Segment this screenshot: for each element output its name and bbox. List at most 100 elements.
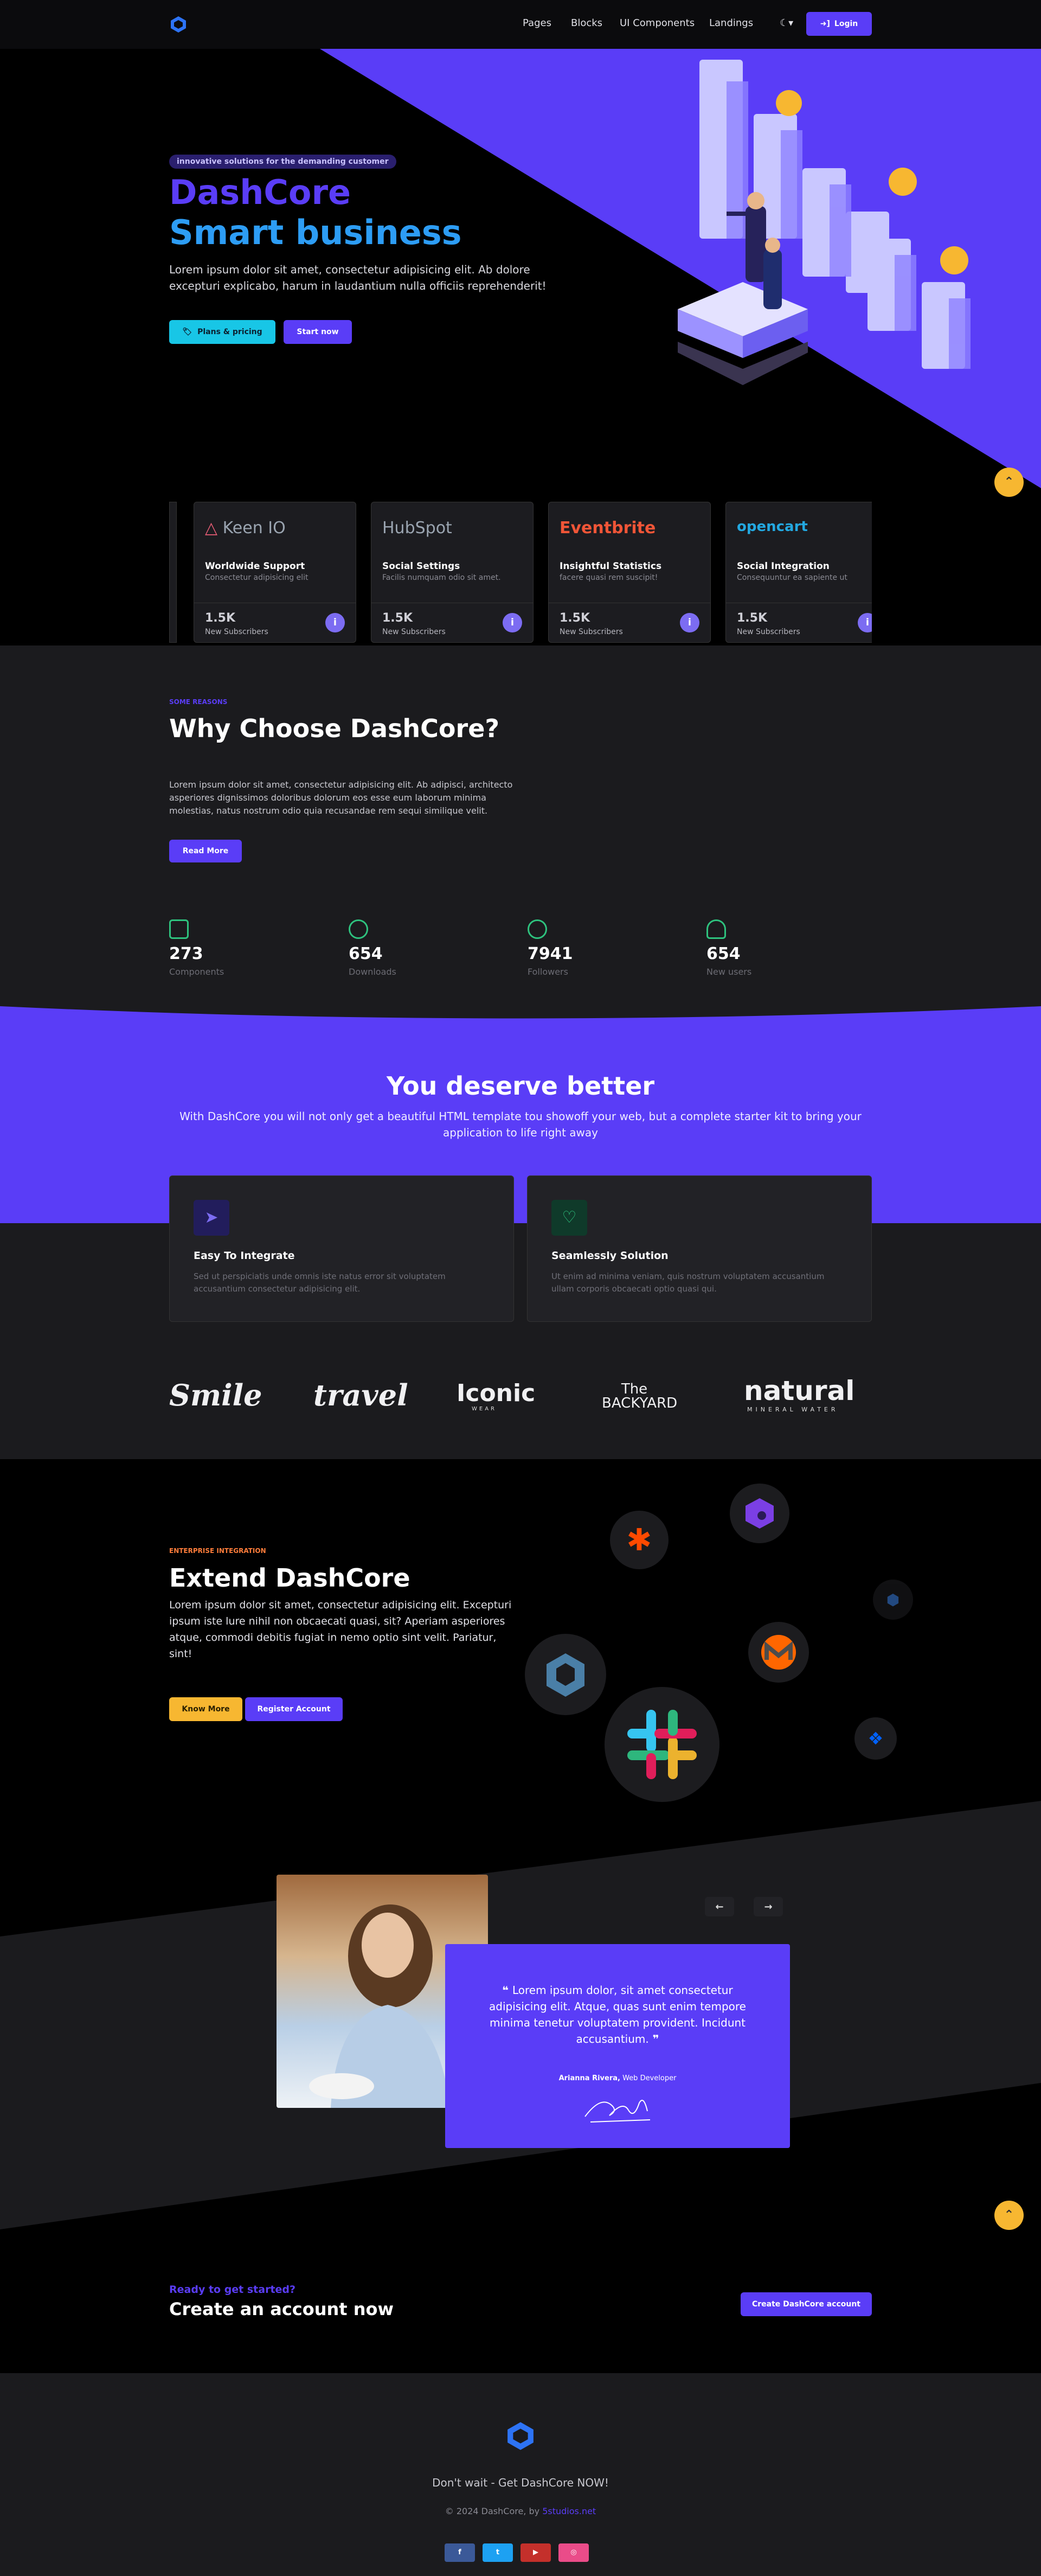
testimonial-quote: ❝ Lorem ipsum dolor, sit amet consectetu…	[489, 1982, 747, 2047]
dribbble-icon[interactable]: ◎	[558, 2543, 589, 2562]
brand-natural-sub: MINERAL WATER	[747, 1406, 839, 1413]
stat-label: Downloads	[349, 967, 396, 977]
card-title: Insightful Statistics	[560, 561, 662, 572]
read-more-button[interactable]: Read More	[169, 840, 242, 862]
card-subtitle: Facilis numquam odio sit amet.	[382, 573, 501, 582]
card-title: Social Settings	[382, 561, 460, 572]
login-button[interactable]: ➜] Login	[806, 12, 872, 36]
award-icon	[706, 919, 726, 939]
info-icon[interactable]: i	[503, 613, 522, 632]
card-footer: 1.5K New Subscribers i	[194, 603, 356, 642]
author-link[interactable]: 5studios.net	[542, 2506, 596, 2516]
feature-card-integrate: ➤ Easy To Integrate Sed ut perspiciatis …	[169, 1175, 514, 1322]
partner-card-eventbrite[interactable]: Eventbrite Insightful Statistics facere …	[548, 502, 711, 643]
hero-badge: innovative solutions for the demanding c…	[169, 155, 396, 169]
nav-link-landings[interactable]: Landings	[709, 17, 753, 29]
stat-label: New users	[706, 967, 752, 977]
card-count: 1.5K	[560, 611, 590, 625]
keen-logo-text: Keen IO	[222, 519, 286, 538]
footer-tagline: Don't wait - Get DashCore NOW!	[432, 2476, 609, 2489]
deserve-title: You deserve better	[386, 1071, 655, 1101]
brand-natural-logo: natural	[744, 1375, 855, 1407]
small-app-icon: ⬢	[873, 1580, 913, 1620]
dark-band-below-deserve	[0, 1223, 1041, 1459]
footer-copyright: © 2024 DashCore, by 5studios.net	[0, 2506, 1041, 2516]
quote-close-icon: ❞	[648, 2032, 659, 2046]
extend-title: Extend DashCore	[169, 1563, 410, 1593]
stat-value: 7941	[528, 944, 573, 963]
extend-section: ✱ ❖ ⬢	[0, 1459, 1041, 2278]
stat-components: 273 Components	[169, 919, 305, 977]
plans-pricing-button[interactable]: 🏷 Plans & pricing	[169, 320, 275, 344]
zapier-icon: ✱	[610, 1511, 669, 1569]
slack-icon	[605, 1687, 719, 1802]
info-icon[interactable]: i	[680, 613, 699, 632]
testimonial-next-button[interactable]: →	[754, 1897, 783, 1916]
opencart-logo: opencart	[737, 519, 808, 535]
login-label: Login	[834, 20, 858, 28]
card-subtitle: Consectetur adipisicing elit	[205, 573, 309, 582]
register-account-button[interactable]: Register Account	[245, 1697, 343, 1721]
send-icon: ➤	[194, 1200, 229, 1236]
partner-card-hubspot[interactable]: HubSpot Social Settings Facilis numquam …	[371, 502, 534, 643]
facebook-icon[interactable]: f	[445, 2543, 475, 2562]
eventbrite-logo: Eventbrite	[560, 519, 656, 538]
tag-icon: 🏷	[182, 328, 192, 336]
why-section	[0, 645, 1041, 1036]
card-carousel-edge	[169, 502, 177, 643]
card-count-label: New Subscribers	[205, 628, 268, 636]
bitbucket-icon	[525, 1634, 606, 1715]
partner-card-keen[interactable]: △ Keen IO Worldwide Support Consectetur …	[194, 502, 356, 643]
plans-pricing-label: Plans & pricing	[197, 328, 262, 336]
nav-link-pages[interactable]: Pages	[523, 17, 551, 29]
dashcore-logo[interactable]	[169, 15, 188, 34]
box-icon	[169, 919, 189, 939]
extend-eyebrow: ENTERPRISE INTEGRATION	[169, 1547, 266, 1555]
info-icon[interactable]: i	[325, 613, 345, 632]
hero-text: Lorem ipsum dolor sit amet, consectetur …	[169, 263, 547, 292]
footer-logo[interactable]	[505, 2420, 536, 2452]
gear-icon	[528, 919, 547, 939]
cta-section	[0, 2278, 1041, 2373]
card-count-label: New Subscribers	[382, 628, 446, 636]
start-now-button[interactable]: Start now	[284, 320, 352, 344]
twitter-icon[interactable]: t	[483, 2543, 513, 2562]
extend-text: Lorem ipsum dolor sit amet, consectetur …	[169, 1599, 512, 1660]
card-count-label: New Subscribers	[737, 628, 800, 636]
scroll-top-button[interactable]: ⌃	[994, 468, 1024, 497]
top-navbar: Pages Blocks UI Components Landings ☾▾ ➜…	[0, 0, 1041, 49]
stat-label: Followers	[528, 967, 568, 977]
feature-card-seamless: ♡ Seamlessly Solution Ut enim ad minima …	[527, 1175, 872, 1322]
hero-title-line1: DashCore	[169, 172, 351, 212]
polygon-icon	[730, 1484, 789, 1543]
feature-title: Easy To Integrate	[194, 1250, 295, 1262]
brand-smile-logo: Smile	[169, 1378, 262, 1412]
cta-title: Create an account now	[169, 2299, 394, 2319]
quote-text: Lorem ipsum dolor, sit amet consectetur …	[489, 1984, 746, 2046]
theme-toggle-icon[interactable]: ☾▾	[780, 17, 793, 29]
testimonial-author: Arianna Rivera, Web Developer	[445, 2074, 790, 2082]
stat-new-users: 654 New users	[706, 919, 842, 977]
nav-link-ui-components[interactable]: UI Components	[620, 17, 695, 29]
feature-title: Seamlessly Solution	[551, 1250, 669, 1262]
card-count: 1.5K	[737, 611, 768, 625]
partner-card-opencart[interactable]: opencart Social Integration Consequuntur…	[725, 502, 872, 643]
section-curve	[0, 1003, 1041, 1019]
why-title: Why Choose DashCore?	[169, 714, 500, 743]
brand-travel-logo: travel	[313, 1378, 408, 1412]
know-more-button[interactable]: Know More	[169, 1697, 242, 1721]
youtube-icon[interactable]: ▶	[520, 2543, 551, 2562]
stat-value: 654	[349, 944, 383, 963]
create-account-button[interactable]: Create DashCore account	[741, 2292, 872, 2316]
info-icon[interactable]: i	[858, 613, 872, 632]
stat-value: 273	[169, 944, 203, 963]
why-text: Lorem ipsum dolor sit amet, consectetur …	[169, 779, 513, 816]
login-icon: ➜]	[820, 20, 830, 28]
testimonial-prev-button[interactable]: ←	[705, 1897, 734, 1916]
nav-link-blocks[interactable]: Blocks	[571, 17, 602, 29]
stat-label: Components	[169, 967, 224, 977]
quote-open-icon: ❝	[502, 1984, 512, 1997]
scroll-top-button-2[interactable]: ⌃	[994, 2201, 1024, 2230]
cta-eyebrow: Ready to get started?	[169, 2284, 296, 2296]
card-title: Worldwide Support	[205, 561, 305, 572]
